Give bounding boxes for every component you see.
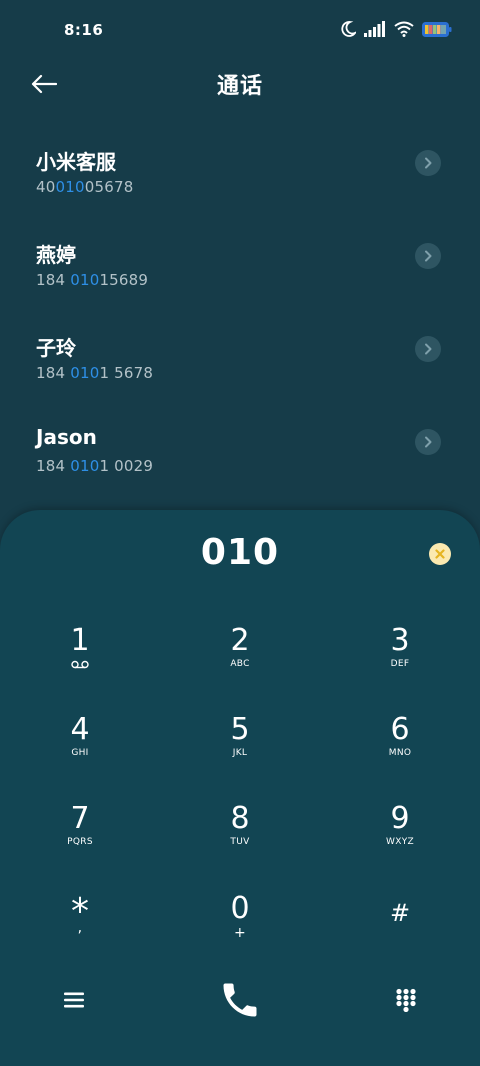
contact-detail-button[interactable] bbox=[415, 429, 441, 455]
number-prefix: 40 bbox=[36, 178, 56, 196]
contact-number: 184 01015689 bbox=[36, 271, 148, 289]
chevron-right-icon bbox=[425, 250, 432, 262]
key-1[interactable]: 1 bbox=[20, 624, 140, 704]
number-suffix: 1 0029 bbox=[99, 457, 154, 475]
keypad-toggle-button[interactable] bbox=[386, 980, 426, 1020]
key-letters: ABC bbox=[230, 659, 250, 669]
contact-detail-button[interactable] bbox=[415, 150, 441, 176]
key-digit: 0 bbox=[230, 891, 250, 926]
key-letters: PQRS bbox=[67, 837, 93, 847]
number-match: 010 bbox=[70, 271, 100, 289]
key-letters: TUV bbox=[230, 837, 250, 847]
status-time: 8:16 bbox=[64, 21, 104, 39]
key-0[interactable]: 0 + bbox=[180, 892, 300, 972]
voicemail-icon bbox=[71, 660, 89, 669]
dialed-number[interactable]: 010 bbox=[0, 532, 480, 573]
contact-name: 子玲 bbox=[36, 336, 76, 360]
key-8[interactable]: 8 TUV bbox=[180, 802, 300, 882]
key-pound[interactable]: # bbox=[340, 896, 460, 976]
key-letters: JKL bbox=[232, 748, 248, 758]
key-digit: 9 bbox=[390, 801, 410, 836]
key-letters: DEF bbox=[390, 659, 410, 669]
close-icon bbox=[435, 549, 445, 559]
key-digit: 5 bbox=[230, 712, 250, 747]
battery-icon bbox=[422, 21, 452, 37]
number-match: 010 bbox=[55, 178, 85, 196]
moon-icon bbox=[341, 21, 356, 37]
menu-button[interactable] bbox=[54, 980, 94, 1020]
contact-item[interactable]: Jason 184 0101 0029 bbox=[0, 399, 480, 492]
contact-name: 小米客服 bbox=[36, 150, 116, 174]
key-3[interactable]: 3 DEF bbox=[340, 624, 460, 704]
key-letters: + bbox=[233, 925, 247, 941]
contact-number: 184 0101 0029 bbox=[36, 457, 153, 475]
key-digit: 3 bbox=[390, 623, 410, 658]
signal-icon bbox=[364, 21, 385, 37]
wifi-icon bbox=[394, 21, 414, 37]
number-prefix: 184 bbox=[36, 457, 71, 475]
dialer-action-bar bbox=[0, 970, 480, 1030]
number-match: 010 bbox=[70, 457, 100, 475]
chevron-right-icon bbox=[425, 343, 432, 355]
dialpad-panel: 010 1 2 ABC 3 DEF 4 GHI 5 JKL 6 MNO 7 PQ… bbox=[0, 510, 480, 1066]
contact-item[interactable]: 子玲 184 0101 5678 bbox=[0, 306, 480, 399]
page-title: 通话 bbox=[216, 74, 263, 99]
key-6[interactable]: 6 MNO bbox=[340, 713, 460, 793]
contact-number: 4001005678 bbox=[36, 178, 133, 196]
chevron-right-icon bbox=[425, 436, 432, 448]
key-digit: # bbox=[389, 899, 411, 927]
key-9[interactable]: 9 WXYZ bbox=[340, 802, 460, 882]
contact-item[interactable]: 燕婷 184 01015689 bbox=[0, 213, 480, 306]
key-letters: MNO bbox=[388, 748, 412, 758]
clear-button[interactable] bbox=[429, 543, 451, 565]
dialpad-icon bbox=[396, 988, 416, 1012]
contact-number: 184 0101 5678 bbox=[36, 364, 153, 382]
key-2[interactable]: 2 ABC bbox=[180, 624, 300, 704]
key-star[interactable]: * , bbox=[20, 892, 140, 972]
key-letters: WXYZ bbox=[386, 837, 414, 847]
number-match: 010 bbox=[70, 364, 100, 382]
number-suffix: 15689 bbox=[99, 271, 149, 289]
chevron-right-icon bbox=[425, 157, 432, 169]
key-digit: 1 bbox=[70, 623, 90, 658]
contact-detail-button[interactable] bbox=[415, 243, 441, 269]
contact-item[interactable]: 小米客服 4001005678 bbox=[0, 120, 480, 213]
call-button[interactable] bbox=[210, 970, 270, 1030]
number-prefix: 184 bbox=[36, 364, 71, 382]
key-7[interactable]: 7 PQRS bbox=[20, 802, 140, 882]
menu-icon bbox=[64, 992, 84, 1008]
contact-list: 小米客服 4001005678 燕婷 184 01015689 子玲 184 0… bbox=[0, 120, 480, 492]
number-prefix: 184 bbox=[36, 271, 71, 289]
key-letters: , bbox=[77, 920, 83, 936]
key-digit: 4 bbox=[70, 712, 90, 747]
key-letters: GHI bbox=[71, 748, 89, 758]
key-digit: 6 bbox=[390, 712, 410, 747]
header: 通话 bbox=[0, 62, 480, 104]
phone-icon bbox=[223, 983, 257, 1017]
number-suffix: 05678 bbox=[84, 178, 134, 196]
status-icons bbox=[340, 20, 452, 38]
key-digit: 2 bbox=[230, 623, 250, 658]
status-bar: 8:16 bbox=[0, 0, 480, 62]
number-suffix: 1 5678 bbox=[99, 364, 154, 382]
contact-name: 燕婷 bbox=[36, 243, 76, 267]
key-5[interactable]: 5 JKL bbox=[180, 713, 300, 793]
contact-detail-button[interactable] bbox=[415, 336, 441, 362]
contact-name: Jason bbox=[36, 425, 97, 449]
key-4[interactable]: 4 GHI bbox=[20, 713, 140, 793]
key-digit: 8 bbox=[230, 801, 250, 836]
key-digit: 7 bbox=[70, 801, 90, 836]
